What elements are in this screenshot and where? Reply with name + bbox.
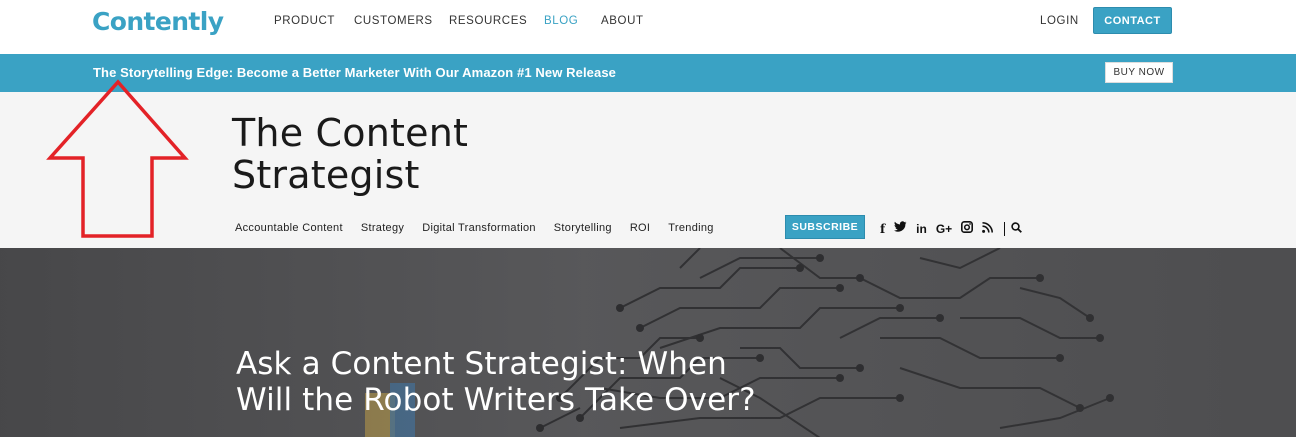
buy-now-button[interactable]: BUY NOW xyxy=(1105,62,1173,83)
twitter-icon[interactable] xyxy=(894,221,907,236)
annotation-arrow-icon xyxy=(46,79,189,238)
nav-item-resources[interactable]: RESOURCES xyxy=(449,14,544,28)
hero-title-line1: Ask a Content Strategist: When xyxy=(236,346,727,382)
instagram-icon[interactable] xyxy=(961,221,974,236)
blog-title-line1: The Content xyxy=(232,111,469,155)
blog-title-line2: Strategist xyxy=(232,153,420,197)
category-digital-transformation[interactable]: Digital Transformation xyxy=(422,221,536,235)
promo-banner: The Storytelling Edge: Become a Better M… xyxy=(0,54,1296,92)
rss-icon[interactable] xyxy=(982,221,994,236)
logo-text: Contently xyxy=(92,7,224,36)
google-plus-icon[interactable]: G+ xyxy=(936,222,952,236)
search-icon[interactable] xyxy=(1011,221,1023,236)
facebook-icon[interactable]: f xyxy=(880,222,885,236)
category-nav: Accountable Content Strategy Digital Tra… xyxy=(235,221,732,235)
category-storytelling[interactable]: Storytelling xyxy=(554,221,612,235)
social-divider xyxy=(1004,221,1006,236)
hero-title-line2: Will the Robot Writers Take Over? xyxy=(236,382,756,418)
category-strategy[interactable]: Strategy xyxy=(361,221,404,235)
top-navigation: Contently PRODUCT CUSTOMERS RESOURCES BL… xyxy=(0,0,1296,54)
blog-title[interactable]: The Content Strategist xyxy=(232,112,552,196)
social-links: f in G+ xyxy=(880,221,1031,236)
category-trending[interactable]: Trending xyxy=(668,221,713,235)
contact-button[interactable]: CONTACT xyxy=(1093,7,1172,34)
main-nav: PRODUCT CUSTOMERS RESOURCES BLOG ABOUT xyxy=(274,14,661,28)
linkedin-icon[interactable]: in xyxy=(916,222,927,236)
contently-logo[interactable]: Contently xyxy=(92,7,224,37)
subscribe-button[interactable]: SUBSCRIBE xyxy=(785,215,865,239)
nav-item-customers[interactable]: CUSTOMERS xyxy=(354,14,449,28)
category-accountable-content[interactable]: Accountable Content xyxy=(235,221,343,235)
nav-item-blog[interactable]: BLOG xyxy=(544,14,601,28)
login-link[interactable]: LOGIN xyxy=(1040,15,1079,27)
blog-header: The Content Strategist Accountable Conte… xyxy=(0,92,1296,248)
category-roi[interactable]: ROI xyxy=(630,221,650,235)
hero-article-title[interactable]: Ask a Content Strategist: When Will the … xyxy=(236,346,836,418)
hero-banner[interactable]: Ask a Content Strategist: When Will the … xyxy=(0,248,1296,437)
nav-item-product[interactable]: PRODUCT xyxy=(274,14,354,28)
nav-item-about[interactable]: ABOUT xyxy=(601,14,661,28)
